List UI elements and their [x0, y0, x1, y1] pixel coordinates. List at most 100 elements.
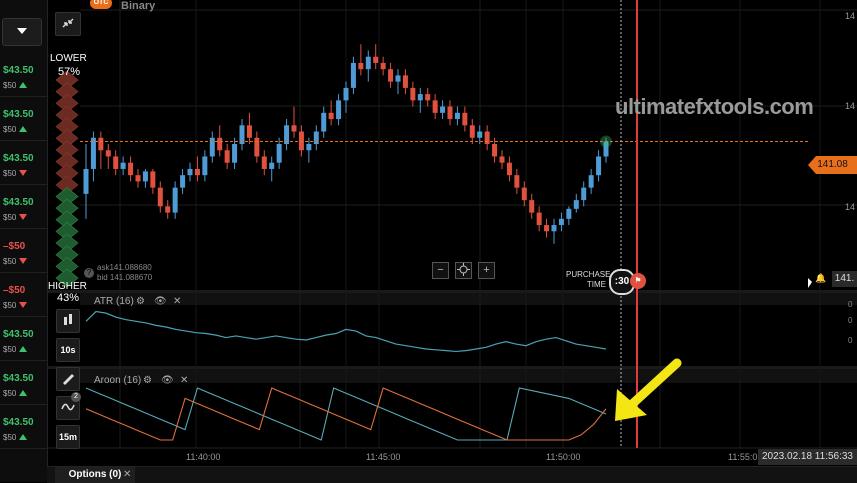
arrow-down-icon [19, 214, 28, 220]
candle-body [128, 162, 134, 176]
candle-body [558, 218, 564, 226]
aroon-label: Aroon (16) [94, 375, 142, 386]
candle-body [306, 144, 312, 151]
candle-body [336, 100, 342, 120]
bell-icon[interactable]: 🔔 [815, 273, 826, 284]
asset-name[interactable]: Binary [121, 0, 155, 12]
candle-body [440, 106, 446, 113]
mouse-cursor-icon [808, 278, 812, 288]
trade-row[interactable]: $43.50 $50 [0, 360, 47, 405]
close-icon[interactable]: ✕ [123, 469, 131, 480]
candle-body [365, 56, 371, 70]
trade-amount: $43.50 [3, 153, 34, 164]
trade-stake: $50 [3, 213, 28, 222]
trade-stake: $50 [3, 301, 28, 310]
candle-body [180, 175, 186, 188]
candle-body [254, 137, 260, 157]
stake-value: $50 [3, 257, 17, 266]
chart-canvas[interactable] [0, 0, 857, 482]
yellow-arrow-icon [615, 358, 682, 421]
trade-row[interactable]: $43.50 $50 [0, 404, 47, 449]
trade-row[interactable]: –$50 $50 [0, 272, 47, 317]
stake-value: $50 [3, 125, 17, 134]
draw-button[interactable] [56, 367, 80, 391]
trade-row[interactable]: $43.50 $50 [0, 140, 47, 185]
bottom-panel: Options (0) ✕ [47, 466, 857, 483]
candle-body [566, 208, 572, 219]
trade-history-panel: $43.50 $50 $43.50 $50 $43.50 $50 $43.50 $50 –$50… [0, 0, 48, 482]
chart-type-button[interactable] [56, 309, 80, 333]
trade-row[interactable]: $43.50 $50 [0, 184, 47, 229]
zoom-in-button[interactable]: + [478, 262, 495, 279]
collapse-icon [62, 18, 74, 28]
timeframe-button[interactable]: 10s [56, 338, 80, 362]
close-icon[interactable]: ✕ [173, 296, 181, 307]
arrow-up-icon [19, 126, 28, 132]
collapse-button[interactable] [55, 12, 81, 36]
arrow-up-icon [19, 434, 28, 440]
candle-body [83, 168, 89, 194]
trade-amount: $43.50 [3, 373, 34, 384]
help-icon[interactable]: ? [84, 268, 94, 278]
candle-body [373, 56, 379, 63]
x-tick-4: 11:55:0 [728, 452, 758, 462]
candle-body [224, 150, 230, 163]
candles-icon [64, 314, 72, 325]
gear-icon[interactable]: ⚙ [143, 375, 152, 386]
lower-label: LOWER [50, 53, 87, 64]
candle-body [417, 94, 423, 101]
close-icon[interactable]: ✕ [180, 375, 188, 386]
price-tick-1: 14 [845, 11, 856, 21]
candle-body [432, 100, 438, 113]
flag-icon: ⚑ [630, 273, 646, 289]
candle-body [477, 131, 483, 138]
atr-tick-3: 0 [848, 336, 853, 345]
stake-value: $50 [3, 301, 17, 310]
candle-body [202, 156, 208, 176]
candle-body [298, 131, 304, 151]
trade-row[interactable]: $43.50 $50 [0, 316, 47, 361]
center-button[interactable] [455, 262, 472, 279]
arrow-up-icon [19, 346, 28, 352]
eye-icon[interactable]: 👁 [161, 375, 174, 386]
candle-body [246, 125, 252, 138]
atr-tick-2: 0 [848, 316, 853, 325]
candle-body [142, 171, 148, 182]
candle-body [588, 175, 594, 188]
candle-body [544, 225, 550, 232]
stake-value: $50 [3, 433, 17, 442]
candle-body [499, 156, 505, 163]
arrow-down-icon [19, 258, 28, 264]
candle-body [514, 175, 520, 188]
candle-body [98, 137, 104, 151]
candle-body [343, 87, 349, 101]
arrow-up-icon [19, 390, 28, 396]
stake-value: $50 [3, 81, 17, 90]
trade-amount: –$50 [3, 241, 26, 252]
trade-row[interactable]: $43.50 $50 [0, 52, 47, 97]
watermark-text: ultimatefxtools.com [615, 94, 814, 119]
gear-icon[interactable]: ⚙ [136, 296, 145, 307]
stake-value: $50 [3, 345, 17, 354]
x-tick-2: 11:45:00 [366, 452, 401, 462]
trade-stake: $50 [3, 169, 28, 178]
candle-body [447, 106, 453, 120]
eye-icon[interactable]: 👁 [154, 296, 167, 307]
trade-row[interactable]: $43.50 $50 [0, 96, 47, 141]
history-dropdown[interactable] [2, 18, 42, 46]
trade-row[interactable]: –$50 $50 [0, 228, 47, 273]
candle-body [506, 162, 512, 176]
candle-body [313, 131, 319, 144]
arrow-down-icon [19, 170, 28, 176]
candle-body [484, 131, 490, 144]
candle-body [469, 125, 475, 138]
candle-body [172, 187, 178, 213]
candle-body [551, 225, 557, 232]
crosshair-icon [457, 263, 470, 276]
trade-stake: $50 [3, 389, 28, 398]
candle-body [573, 200, 579, 209]
arrow-down-icon [19, 302, 28, 308]
timeframe-2-button[interactable]: 15m [56, 425, 80, 449]
candle-body [187, 168, 193, 176]
zoom-out-button[interactable]: − [432, 262, 449, 279]
